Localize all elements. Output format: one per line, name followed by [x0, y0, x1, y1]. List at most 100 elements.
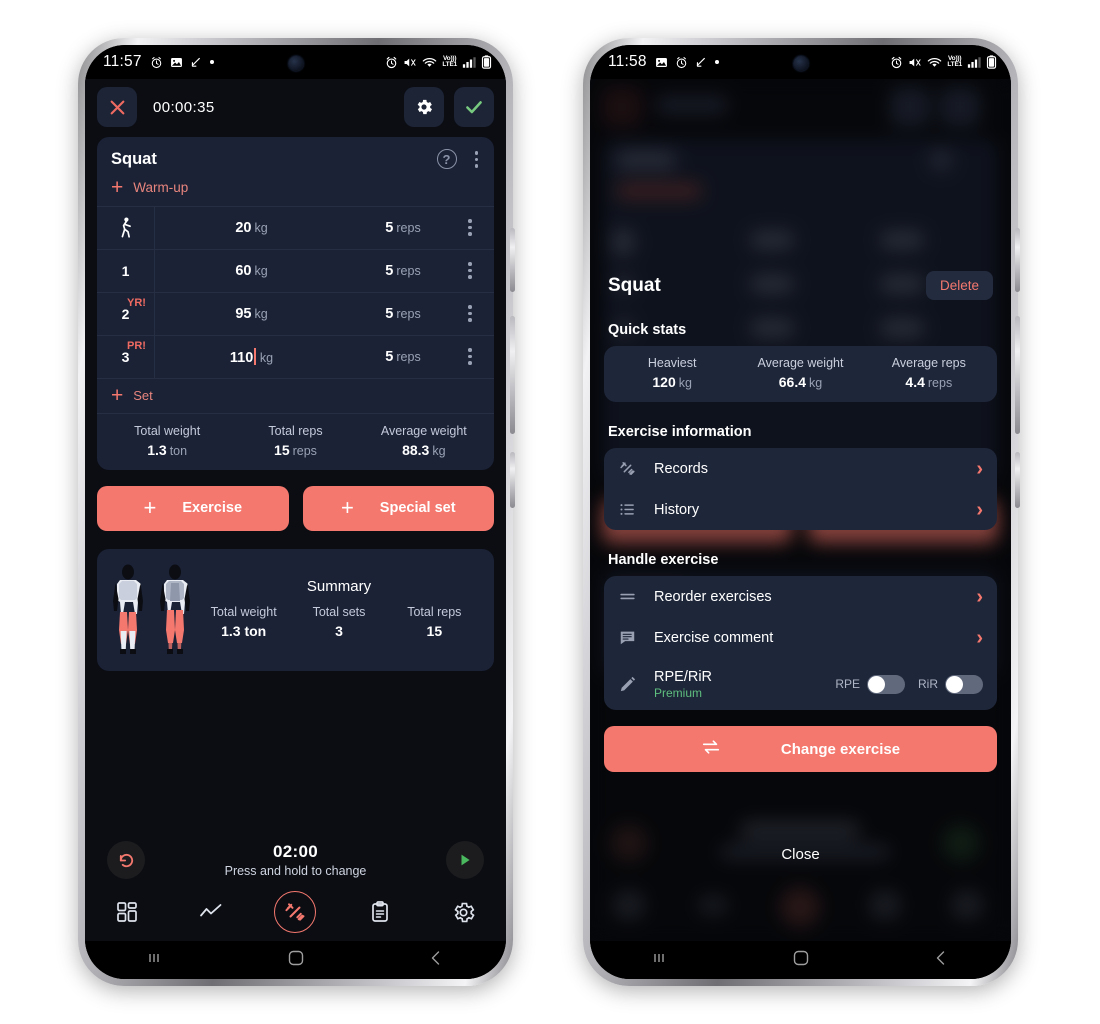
reorder-icon	[616, 587, 638, 606]
status-bar-clock: 11:58	[608, 53, 647, 70]
back-icon[interactable]	[426, 948, 446, 973]
set-reps-input[interactable]: 5 reps	[348, 220, 458, 236]
chevron-right-icon: ›	[976, 626, 983, 649]
exercise-options-icon[interactable]	[471, 149, 483, 170]
delete-exercise-button[interactable]: Delete	[925, 271, 993, 300]
add-special-set-label: Special set	[379, 500, 456, 516]
rest-timer-value: 02:00	[273, 842, 318, 861]
set-index-cell	[97, 206, 155, 249]
chart-icon	[200, 904, 222, 917]
recents-icon[interactable]	[650, 948, 672, 973]
rir-toggle[interactable]	[945, 674, 983, 694]
phone-side-button-3[interactable]	[510, 452, 515, 508]
set-weight-input[interactable]: 95 kg	[155, 306, 348, 322]
chevron-right-icon: ›	[976, 457, 983, 480]
set-options-icon[interactable]	[458, 303, 482, 324]
gear-icon	[417, 99, 432, 115]
table-row[interactable]: 20 kg 5 reps	[97, 206, 494, 250]
back-icon[interactable]	[931, 948, 951, 973]
wifi-icon	[927, 56, 942, 69]
battery-icon	[481, 55, 492, 69]
set-index-cell: PR! 3	[97, 335, 155, 378]
rpe-toggle[interactable]	[867, 674, 905, 694]
tab-statistics[interactable]	[186, 891, 236, 933]
set-weight-input[interactable]: 20 kg	[155, 220, 348, 236]
volte-icon: Vo))) LTE1	[442, 54, 457, 68]
add-warmup-row[interactable]: + Warm-up	[97, 172, 494, 207]
volte-icon: Vo))) LTE1	[947, 54, 962, 68]
set-reps-input[interactable]: 5 reps	[348, 306, 458, 322]
exercise-name: Squat	[608, 274, 661, 296]
rest-timer-display[interactable]: 02:00 Press and hold to change	[145, 842, 446, 878]
close-workout-button[interactable]	[97, 87, 137, 127]
change-exercise-button[interactable]: Change exercise	[604, 726, 997, 772]
phone-side-button-1[interactable]	[1015, 228, 1020, 292]
dot-icon	[209, 60, 214, 64]
list-item-rpe-rir[interactable]: RPE/RiR Premium RPE RiR	[604, 658, 997, 710]
set-options-icon[interactable]	[458, 260, 482, 281]
stat-average-reps: Average reps 4.4 reps	[891, 356, 966, 390]
swap-icon	[701, 738, 721, 760]
average-weight-stat: Average weight 88.3 kg	[380, 423, 467, 458]
check-icon	[466, 101, 482, 114]
exercise-totals: Total weight 1.3 ton Total reps 15 reps Av…	[97, 414, 494, 470]
add-exercise-button[interactable]: + Exercise	[97, 485, 289, 531]
set-weight-input[interactable]: 60 kg	[155, 263, 348, 279]
home-icon[interactable]	[286, 948, 306, 973]
rir-toggle-label: RiR	[918, 677, 938, 691]
list-item-label: Records	[654, 460, 708, 477]
list-item-records[interactable]: Records ›	[604, 448, 997, 489]
phone-side-button-2[interactable]	[510, 316, 515, 434]
plus-icon: +	[143, 495, 157, 520]
alarm-clock-icon	[150, 56, 163, 69]
mute-icon	[908, 56, 922, 69]
tab-programs[interactable]	[355, 891, 405, 933]
reset-timer-button[interactable]	[107, 841, 145, 879]
set-reps-input[interactable]: 5 reps	[348, 349, 458, 365]
recents-icon[interactable]	[145, 948, 167, 973]
table-row[interactable]: 1 60 kg 5 reps	[97, 249, 494, 293]
set-weight-input[interactable]: 110 kg	[155, 347, 348, 366]
workout-settings-button[interactable]	[404, 87, 444, 127]
phone-side-button-3[interactable]	[1015, 452, 1020, 508]
add-set-row[interactable]: + Set	[97, 379, 494, 414]
chevron-right-icon: ›	[976, 585, 983, 608]
help-icon[interactable]: ?	[436, 149, 457, 170]
phone-right: 11:58 Vo))) LTE1 Squat Delete Quick stat…	[583, 38, 1020, 986]
body-front-icon	[113, 564, 143, 654]
wifi-icon	[422, 56, 437, 69]
home-icon[interactable]	[791, 948, 811, 973]
dumbbell-icon	[616, 459, 638, 478]
signal-icon	[967, 56, 981, 69]
bottom-tab-bar	[85, 883, 506, 941]
summary-title: Summary	[306, 578, 372, 595]
total-weight-stat: Total weight 1.3 ton	[134, 423, 201, 458]
list-item-reorder-exercises[interactable]: Reorder exercises ›	[604, 576, 997, 617]
table-row[interactable]: PR! 3 110 kg 5 reps	[97, 335, 494, 379]
summary-total-sets: Total sets 3	[312, 605, 366, 639]
set-options-icon[interactable]	[458, 346, 482, 367]
change-exercise-label: Change exercise	[780, 740, 901, 758]
set-reps-input[interactable]: 5 reps	[348, 263, 458, 279]
phone-side-button-1[interactable]	[510, 228, 515, 292]
workout-screen: 00:00:35 Squat ? + Warm-up 20 kg 5 reps …	[85, 79, 506, 941]
exercise-name: Squat	[111, 149, 157, 168]
exercise-card-header: Squat ?	[97, 137, 494, 172]
tab-settings[interactable]	[439, 891, 489, 933]
tab-workout[interactable]	[270, 891, 320, 933]
add-special-set-button[interactable]: + Special set	[302, 485, 494, 531]
rpe-toggle-label: RPE	[835, 677, 860, 691]
start-timer-button[interactable]	[446, 841, 484, 879]
finish-workout-button[interactable]	[454, 87, 494, 127]
table-row[interactable]: YR! 2 95 kg 5 reps	[97, 292, 494, 336]
handle-exercise-list: Reorder exercises › Exercise comment › R…	[604, 576, 997, 710]
tab-dashboard[interactable]	[102, 891, 152, 933]
add-exercise-label: Exercise	[182, 500, 243, 516]
workout-elapsed-timer: 00:00:35	[153, 98, 215, 116]
set-options-icon[interactable]	[458, 217, 482, 238]
list-item-history[interactable]: History ›	[604, 489, 997, 530]
phone-side-button-2[interactable]	[1015, 316, 1020, 434]
summary-total-reps: Total reps 15	[407, 605, 462, 639]
close-sheet-button[interactable]: Close	[590, 846, 1011, 863]
list-item-exercise-comment[interactable]: Exercise comment ›	[604, 617, 997, 658]
